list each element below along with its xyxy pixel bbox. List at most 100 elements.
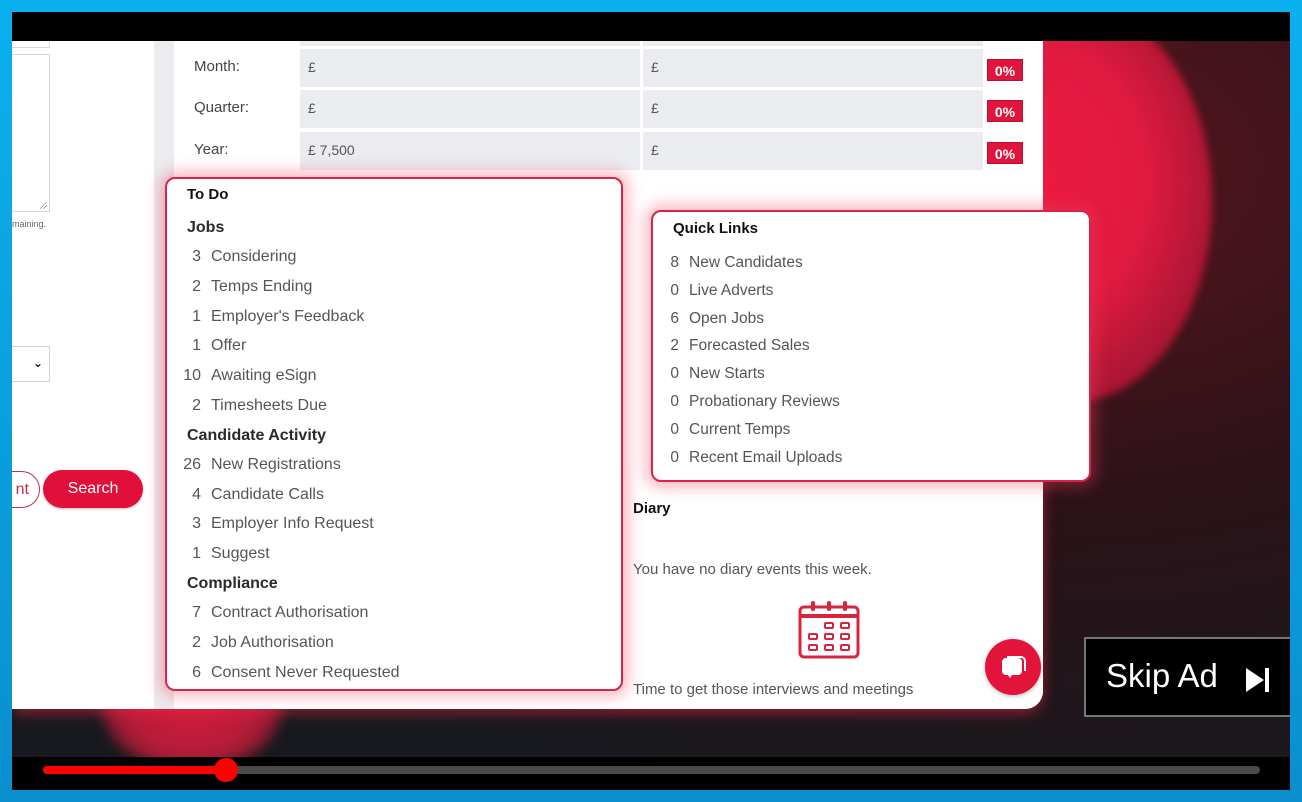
quick-link-item[interactable]: 6 Open Jobs: [653, 310, 764, 332]
search-panel: maining. ⌄ nt Search: [12, 12, 154, 709]
quick-link-item[interactable]: 2 Forecasted Sales: [653, 337, 810, 359]
video-player[interactable]: maining. ⌄ nt Search Week: £ £ 0% Month:…: [12, 12, 1290, 790]
percent-badge: 0%: [987, 59, 1023, 81]
diary-title: Diary: [633, 500, 671, 517]
search-button[interactable]: Search: [43, 470, 143, 508]
todo-section-title: Compliance: [187, 575, 278, 592]
actual-value: £: [643, 90, 983, 128]
todo-item[interactable]: 2 Job Authorisation: [175, 634, 334, 656]
todo-item-label: Considering: [211, 248, 297, 265]
row-label: Quarter:: [194, 99, 250, 116]
todo-item-count: 3: [192, 515, 201, 533]
quick-link-count: 0: [670, 420, 679, 438]
todo-item-label: Offer: [211, 337, 247, 355]
quick-link-count: 0: [670, 448, 679, 466]
resize-grip-icon[interactable]: [40, 202, 47, 209]
notes-textarea[interactable]: [12, 54, 50, 212]
todo-item[interactable]: 26 New Registrations: [175, 456, 341, 478]
quick-link-item[interactable]: 0 New Starts: [653, 365, 765, 387]
quick-link-item[interactable]: 0 Recent Email Uploads: [653, 449, 842, 471]
quick-link-count: 0: [670, 281, 679, 299]
todo-item-label: Awaiting eSign: [211, 367, 317, 385]
quick-link-label: Open Jobs: [689, 309, 764, 327]
todo-item-count: 1: [192, 545, 201, 563]
skip-ad-button[interactable]: Skip Ad: [1084, 637, 1290, 717]
quick-link-label: Probationary Reviews: [689, 393, 840, 410]
filter-select[interactable]: ⌄: [12, 346, 50, 382]
targets-row: Month: £ £ 0%: [174, 49, 1043, 87]
progress-played: [43, 766, 226, 774]
percent-badge: 0%: [987, 142, 1023, 164]
player-controls: [12, 757, 1290, 790]
todo-item-count: 2: [192, 633, 201, 651]
quick-link-count: 0: [670, 393, 679, 410]
chat-button[interactable]: [985, 639, 1041, 695]
quick-link-label: Current Temps: [689, 420, 791, 438]
todo-item[interactable]: 3 Employer Info Request: [175, 515, 374, 537]
todo-item[interactable]: 3 Considering: [175, 248, 296, 270]
quick-link-item[interactable]: 0 Current Temps: [653, 421, 790, 443]
quick-link-count: 8: [670, 254, 679, 271]
quick-links-title: Quick Links: [673, 220, 759, 237]
todo-item-label: New Registrations: [211, 455, 341, 473]
target-value: £ 7,500: [300, 132, 640, 170]
todo-item-label: Employer Info Request: [211, 515, 374, 533]
todo-item-count: 2: [192, 397, 201, 414]
quick-link-label: New Candidates: [689, 254, 803, 271]
chevron-down-icon: ⌄: [32, 356, 43, 370]
todo-item[interactable]: 6 Consent Never Requested: [175, 663, 399, 686]
todo-item-count: 1: [192, 307, 201, 325]
todo-item-count: 1: [192, 337, 201, 355]
progress-scrubber[interactable]: [213, 758, 238, 782]
todo-item-count: 6: [192, 663, 201, 681]
todo-card: To Do Jobs 3 Considering 2 Temps Ending 1 Empl…: [165, 177, 623, 691]
quick-link-count: 6: [670, 309, 679, 327]
todo-item[interactable]: 7 Contract Authorisation: [175, 604, 368, 626]
quick-link-item[interactable]: 0 Probationary Reviews: [653, 393, 840, 415]
todo-item[interactable]: 1 Offer: [175, 337, 246, 359]
todo-item-label: Timesheets Due: [211, 397, 327, 414]
todo-item-label: Suggest: [211, 545, 270, 563]
todo-section-title: Jobs: [187, 219, 225, 236]
target-value: £: [300, 49, 640, 87]
row-label: Month:: [194, 58, 240, 75]
player-top-bar: [12, 12, 1290, 41]
quick-link-count: 2: [670, 337, 679, 355]
todo-item-label: Candidate Calls: [211, 485, 324, 503]
quick-link-item[interactable]: 0 Live Adverts: [653, 282, 773, 304]
todo-section-title: Candidate Activity: [187, 426, 326, 444]
percent-badge: 0%: [987, 100, 1023, 122]
skip-next-icon: [1246, 668, 1269, 692]
actual-value: £: [643, 132, 983, 170]
quick-link-label: Live Adverts: [689, 281, 774, 299]
quick-link-label: New Starts: [689, 365, 765, 383]
todo-item[interactable]: 4 Candidate Calls: [175, 486, 324, 508]
todo-title: To Do: [187, 186, 229, 203]
targets-row: Quarter: £ £ 0%: [174, 90, 1043, 128]
row-label: Year:: [194, 141, 229, 158]
todo-item[interactable]: 1 Suggest: [175, 545, 270, 567]
todo-item-label: Temps Ending: [211, 277, 313, 295]
todo-item[interactable]: 10 Awaiting eSign: [175, 367, 317, 389]
characters-remaining: maining.: [12, 219, 47, 229]
todo-item[interactable]: 2 Temps Ending: [175, 278, 312, 300]
todo-item-label: Employer's Feedback: [211, 307, 365, 325]
skip-ad-label: Skip Ad: [1106, 657, 1218, 694]
todo-item-label: Contract Authorisation: [211, 604, 369, 621]
todo-item[interactable]: 1 Employer's Feedback: [175, 308, 364, 330]
quick-link-label: Forecasted Sales: [689, 337, 810, 355]
todo-item-count: 26: [183, 455, 201, 473]
todo-item[interactable]: 2 Timesheets Due: [175, 397, 327, 419]
chat-bubble-icon: [1002, 656, 1026, 678]
targets-row: Year: £ 7,500 £ 0%: [174, 132, 1043, 170]
screen-frame: maining. ⌄ nt Search Week: £ £ 0% Month:…: [0, 0, 1302, 802]
quick-links-card: Quick Links 8 New Candidates 0 Live Adverts…: [651, 210, 1091, 482]
calendar-icon: [798, 601, 860, 659]
diary-cta-text: Time to get those interviews and meeting…: [633, 681, 914, 698]
quick-link-item[interactable]: 8 New Candidates: [653, 254, 803, 276]
secondary-button[interactable]: nt: [12, 471, 40, 508]
actual-value: £: [643, 49, 983, 87]
todo-item-count: 7: [192, 604, 201, 621]
todo-item-count: 3: [192, 248, 201, 265]
diary-empty-message: You have no diary events this week.: [633, 561, 872, 578]
